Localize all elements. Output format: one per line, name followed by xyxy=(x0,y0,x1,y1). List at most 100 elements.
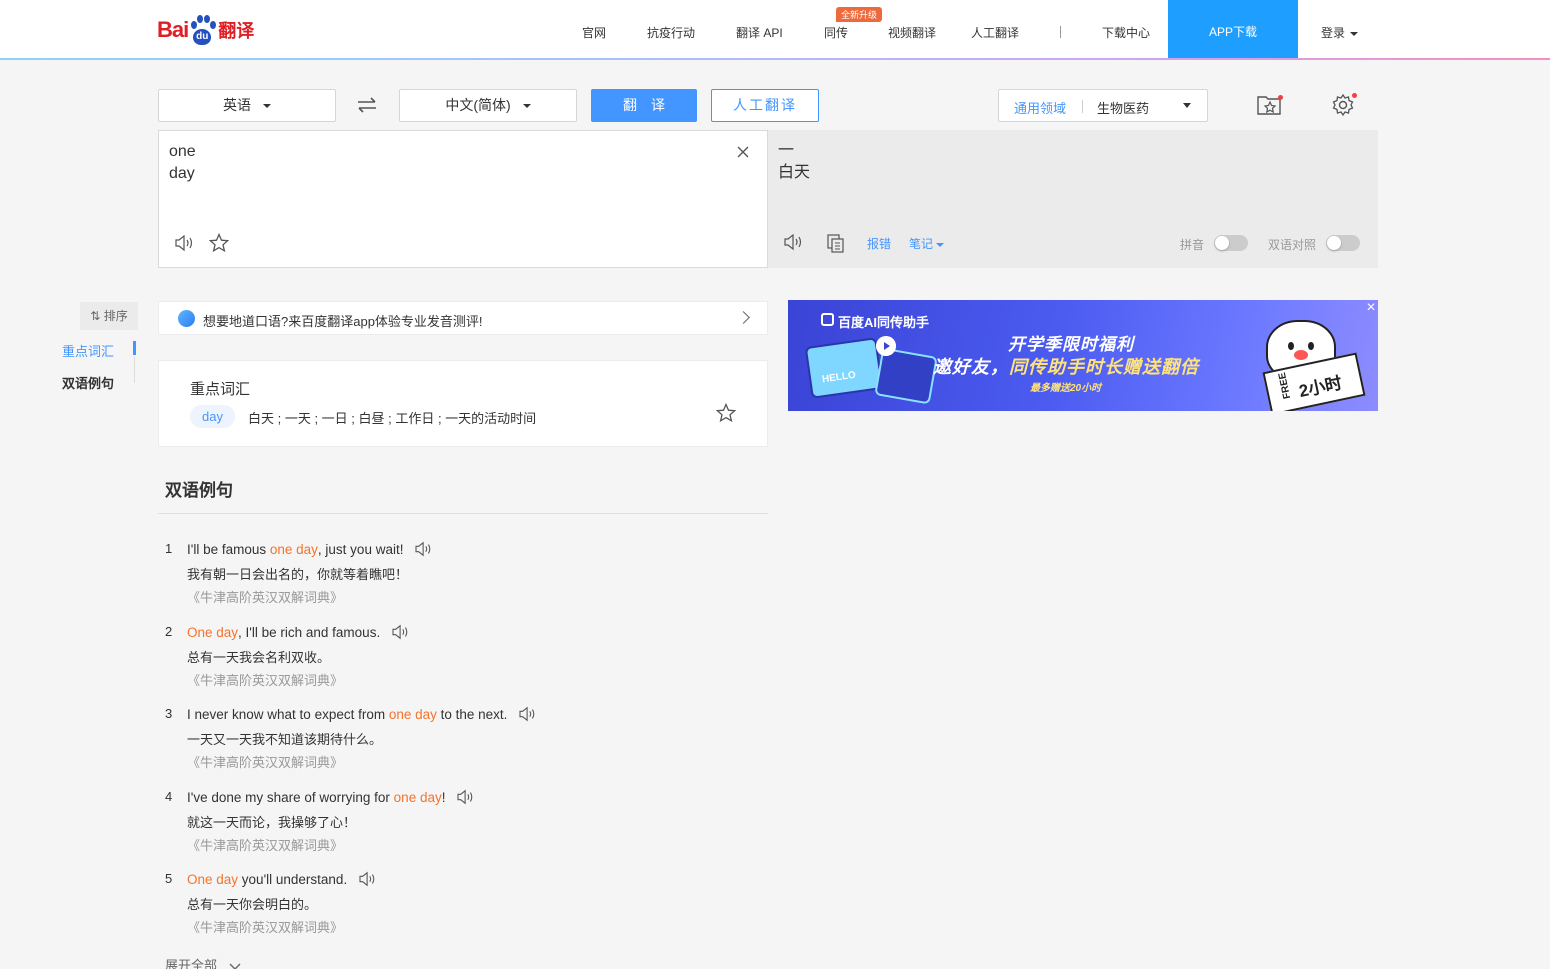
ad-subheadline-a: 邀好友， xyxy=(933,357,1009,377)
expand-all-label: 展开全部 xyxy=(165,958,218,969)
example-english: I've done my share of worrying for one d… xyxy=(187,789,477,805)
ad-subheadline-b: 同传助手时长赠送翻倍 xyxy=(1009,357,1199,377)
bilingual-toggle[interactable] xyxy=(1326,235,1360,251)
ad-close-icon[interactable]: × xyxy=(1364,300,1378,316)
top-header: Bai du 翻译 官网 抗疫行动 翻译 API 全新升级 同传 视频翻译 人工… xyxy=(0,0,1550,60)
nav-tongchuan[interactable]: 同传 xyxy=(824,24,848,41)
login-dropdown[interactable]: 登录 xyxy=(1321,24,1359,41)
expand-all-button[interactable]: 展开全部 xyxy=(165,955,241,969)
example-text: you'll understand. xyxy=(238,871,348,887)
speaker-icon[interactable] xyxy=(413,541,435,557)
target-language-select[interactable]: 中文(简体) xyxy=(399,89,577,122)
key-vocabulary-card: 重点词汇 day 白天 ; 一天 ; 一日 ; 白昼 ; 工作日 ; 一天的活动… xyxy=(158,360,768,447)
speaker-icon[interactable] xyxy=(357,871,379,887)
source-language-select[interactable]: 英语 xyxy=(158,89,336,122)
example-english: One day, I'll be rich and famous. xyxy=(187,624,412,640)
logo-fanyi-text: 翻译 xyxy=(218,21,255,42)
nav-kangyi[interactable]: 抗疫行动 xyxy=(647,24,695,41)
nav-api[interactable]: 翻译 API xyxy=(736,24,783,41)
example-number: 1 xyxy=(165,541,173,556)
logo-du-text: du xyxy=(193,29,212,45)
translation-text: 一 白天 xyxy=(778,142,811,181)
notification-dot xyxy=(1352,93,1357,98)
paw-toe xyxy=(204,15,211,23)
sidebar-item-key-vocab[interactable]: 重点词汇 xyxy=(62,341,114,360)
ad-headline: 开学季限时福利 xyxy=(1008,335,1134,354)
chevron-down-icon xyxy=(229,963,241,969)
source-text[interactable]: one day xyxy=(169,141,196,185)
copy-icon[interactable] xyxy=(826,233,846,253)
caret-down-icon xyxy=(263,104,271,109)
clear-close-icon[interactable] xyxy=(736,145,750,159)
example-text: to the next. xyxy=(436,706,508,722)
key-vocab-title: 重点词汇 xyxy=(190,381,251,398)
swap-languages-icon[interactable] xyxy=(355,93,379,117)
app-promo-icon xyxy=(178,310,195,327)
login-label: 登录 xyxy=(1321,26,1346,40)
speaker-icon[interactable] xyxy=(783,233,805,251)
speaker-icon[interactable] xyxy=(174,234,196,252)
sort-button[interactable]: ⇅ 排序 xyxy=(80,302,138,330)
example-text: , just you wait! xyxy=(317,541,404,557)
example-highlight: one day xyxy=(393,789,442,805)
nav-download-center[interactable]: 下载中心 xyxy=(1102,24,1150,41)
nav-divider xyxy=(1060,26,1061,38)
example-source[interactable]: 《牛津高阶英汉双解词典》 xyxy=(187,835,343,854)
example-text: ! xyxy=(441,789,446,805)
play-icon xyxy=(876,336,896,356)
example-source[interactable]: 《牛津高阶英汉双解词典》 xyxy=(187,917,343,936)
app-download-button[interactable]: APP下载 xyxy=(1168,0,1298,60)
translate-button[interactable]: 翻译 xyxy=(591,89,697,122)
new-upgrade-badge: 全新升级 xyxy=(836,7,883,22)
promo-text: 想要地道口语?来百度翻译app体验专业发音测评! xyxy=(203,314,483,329)
human-translate-button[interactable]: 人工翻译 xyxy=(711,89,819,122)
ai-interpreter-ad-banner[interactable]: 百度AI同传助手 HELLO 开学季限时福利 邀好友，同传助手时长赠送翻倍 最多… xyxy=(788,300,1378,411)
example-source[interactable]: 《牛津高阶英汉双解词典》 xyxy=(187,587,343,606)
pinyin-toggle[interactable] xyxy=(1214,235,1248,251)
example-text: I'll be famous xyxy=(187,541,270,557)
example-chinese: 我有朝一日会出名的，你就等着瞧吧！ xyxy=(187,567,409,582)
speaker-icon[interactable] xyxy=(390,624,412,640)
star-favorite-icon[interactable] xyxy=(209,233,229,253)
speaker-icon[interactable] xyxy=(517,706,539,722)
example-source[interactable]: 《牛津高阶英汉双解词典》 xyxy=(187,670,343,689)
nav-human-translate[interactable]: 人工翻译 xyxy=(971,24,1019,41)
sidebar-item-examples[interactable]: 双语例句 xyxy=(62,373,114,392)
speaker-icon[interactable] xyxy=(455,789,477,805)
star-favorite-icon[interactable] xyxy=(716,403,736,423)
pronunciation-promo-banner[interactable]: 想要地道口语?来百度翻译app体验专业发音测评! xyxy=(158,301,768,335)
report-error-link[interactable]: 报错 xyxy=(867,235,891,252)
mascot-eye xyxy=(1308,342,1314,350)
mascot-eye xyxy=(1288,342,1294,350)
source-text-box[interactable]: one day xyxy=(158,130,768,268)
vocab-word-tag[interactable]: day xyxy=(190,405,235,428)
example-english: One day you'll understand. xyxy=(187,871,379,887)
nav-video-translate[interactable]: 视频翻译 xyxy=(888,24,936,41)
sort-label: 排序 xyxy=(103,309,128,323)
ad-subheadline: 邀好友，同传助手时长赠送翻倍 xyxy=(933,353,1199,379)
ad-note: 最多赠送20小时 xyxy=(1030,383,1102,394)
sidebar-rail xyxy=(134,357,135,383)
domain-select[interactable]: 通用领域 生物医药 xyxy=(998,89,1208,122)
target-language-label: 中文(简体) xyxy=(445,97,511,113)
example-chinese: 一天又一天我不知道该期待什么。 xyxy=(187,732,383,747)
domain-value: 生物医药 xyxy=(1097,101,1150,116)
mascot-beak xyxy=(1294,350,1308,360)
caret-down-icon xyxy=(1183,103,1191,108)
example-source[interactable]: 《牛津高阶英汉双解词典》 xyxy=(187,752,343,771)
examples-title: 双语例句 xyxy=(165,481,233,500)
sort-arrows-icon: ⇅ xyxy=(90,309,104,323)
example-highlight: One day xyxy=(187,624,239,640)
example-text: I've done my share of worrying for xyxy=(187,789,394,805)
baidu-fanyi-logo[interactable]: Bai du 翻译 xyxy=(157,12,254,48)
paw-toe xyxy=(197,15,204,23)
domain-label: 通用领域 xyxy=(1014,101,1067,116)
example-number: 5 xyxy=(165,871,173,886)
paw-toe xyxy=(191,21,198,29)
nav-guanwang[interactable]: 官网 xyxy=(582,24,606,41)
example-number: 2 xyxy=(165,624,173,639)
notes-label: 笔记 xyxy=(909,237,934,251)
example-highlight: one day xyxy=(269,541,318,557)
caret-down-icon xyxy=(1350,31,1359,36)
notes-dropdown[interactable]: 笔记 xyxy=(909,235,945,252)
